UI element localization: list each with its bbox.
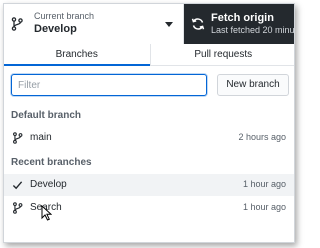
check-icon bbox=[12, 181, 23, 190]
chevron-down-icon bbox=[165, 22, 173, 27]
filter-input[interactable] bbox=[11, 74, 207, 96]
new-branch-button[interactable]: New branch bbox=[217, 74, 289, 96]
branch-name: main bbox=[30, 132, 52, 143]
tab-bar: Branches Pull requests bbox=[4, 44, 295, 66]
recent-branches-heading: Recent branches bbox=[11, 157, 92, 168]
fetch-origin-button[interactable]: Fetch origin Last fetched 20 minutes ago bbox=[184, 4, 295, 44]
tab-pull-requests[interactable]: Pull requests bbox=[149, 44, 295, 65]
branch-name: Develop bbox=[30, 179, 67, 190]
toolbar: Current branch Develop Fetch origin Last… bbox=[4, 4, 295, 44]
branch-time: 1 hour ago bbox=[242, 179, 286, 189]
tab-branches[interactable]: Branches bbox=[4, 44, 150, 66]
last-fetched-text: Last fetched 20 minutes ago bbox=[211, 25, 295, 35]
current-branch-name: Develop bbox=[34, 23, 77, 35]
branch-item-main[interactable]: main 2 hours ago bbox=[4, 127, 294, 149]
default-branch-heading: Default branch bbox=[11, 110, 82, 121]
current-branch-caption: Current branch bbox=[34, 11, 95, 21]
git-branch-icon bbox=[12, 202, 23, 214]
fetch-origin-title: Fetch origin bbox=[211, 12, 274, 24]
sync-icon bbox=[191, 18, 205, 30]
branch-time: 1 hour ago bbox=[242, 202, 286, 212]
branch-time: 2 hours ago bbox=[238, 132, 286, 142]
git-branch-icon bbox=[12, 132, 23, 144]
current-branch-button[interactable]: Current branch Develop bbox=[4, 4, 184, 44]
mouse-cursor-icon bbox=[41, 205, 52, 221]
git-branch-icon bbox=[11, 17, 23, 31]
filter-row: New branch bbox=[11, 74, 289, 96]
branch-item-develop[interactable]: Develop 1 hour ago bbox=[4, 174, 294, 196]
